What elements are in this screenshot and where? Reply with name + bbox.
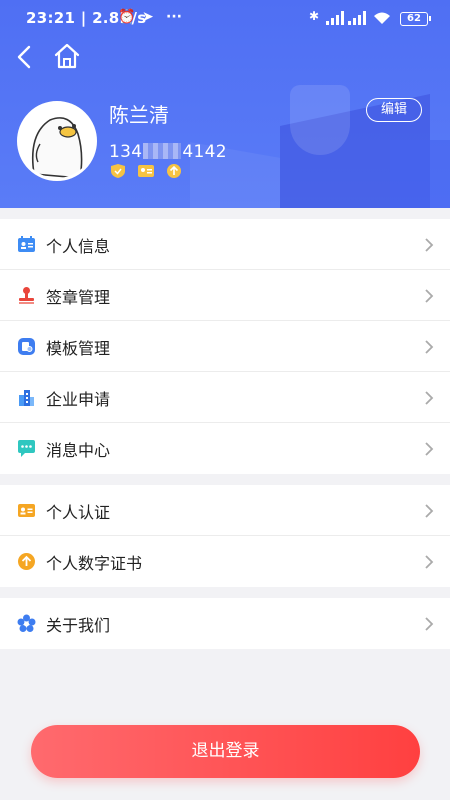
menu-item-label: 签章管理 — [46, 288, 111, 307]
menu-group-certification: 个人认证 个人数字证书 — [0, 485, 450, 587]
menu-item-label: 关于我们 — [46, 616, 111, 635]
wifi-icon — [374, 12, 390, 24]
avatar[interactable] — [17, 101, 97, 181]
send-icon: ➤ — [142, 9, 154, 25]
user-name: 陈兰清 — [109, 103, 169, 127]
chevron-right-icon — [425, 391, 434, 405]
menu-item-stamp-management[interactable]: 签章管理 — [0, 270, 450, 321]
menu-item-label: 个人信息 — [46, 237, 111, 256]
chevron-right-icon — [425, 617, 434, 631]
more-icon: ··· — [166, 9, 182, 25]
phone-mask — [143, 143, 182, 159]
menu-item-about-us[interactable]: 关于我们 — [0, 598, 450, 649]
bluetooth-icon: ✱ — [309, 9, 320, 23]
edit-button[interactable]: 编辑 — [366, 98, 422, 122]
alarm-icon: ⏰ — [118, 9, 136, 25]
stamp-icon — [19, 287, 34, 304]
upgrade-badge-icon — [167, 164, 181, 178]
shield-badge-icon — [111, 164, 125, 178]
menu-item-label: 模板管理 — [46, 339, 111, 358]
menu-item-personal-certification[interactable]: 个人认证 — [0, 485, 450, 536]
chevron-right-icon — [425, 555, 434, 569]
chevron-right-icon — [425, 504, 434, 518]
menu-item-digital-certificate[interactable]: 个人数字证书 — [0, 536, 450, 587]
chevron-right-icon — [425, 289, 434, 303]
menu-item-enterprise-application[interactable]: 企业申请 — [0, 372, 450, 423]
battery-icon: 62 — [400, 12, 431, 26]
phone-number: 134 4142 — [109, 142, 227, 162]
menu-item-label: 消息中心 — [46, 441, 111, 460]
signal-hd-icon — [348, 11, 366, 25]
chevron-right-icon — [425, 340, 434, 354]
menu-item-label: 个人数字证书 — [46, 554, 143, 573]
menu-item-label: 个人认证 — [46, 503, 111, 522]
template-icon — [18, 338, 35, 355]
logout-button[interactable]: 退出登录 — [31, 725, 420, 778]
profile-header: 23:21 | 2.8K/s ⏰ ➤ ··· ✱ 62 陈兰清 134 4142… — [0, 0, 450, 208]
menu-group-main: 个人信息 签章管理 模板管理 企业申请 消息中心 — [0, 219, 450, 474]
building-icon — [19, 390, 34, 406]
message-icon — [18, 440, 35, 457]
menu-item-personal-info[interactable]: 个人信息 — [0, 219, 450, 270]
home-icon[interactable] — [54, 43, 80, 69]
chevron-right-icon — [425, 238, 434, 252]
duck-avatar-icon — [20, 104, 94, 178]
phone-prefix: 134 — [109, 142, 143, 162]
digital-certificate-icon — [18, 553, 35, 570]
menu-item-template-management[interactable]: 模板管理 — [0, 321, 450, 372]
back-icon[interactable] — [14, 44, 38, 70]
header-decoration — [390, 140, 450, 208]
certification-card-icon — [18, 504, 35, 517]
phone-suffix: 4142 — [182, 142, 227, 162]
chevron-right-icon — [425, 442, 434, 456]
id-card-badge-icon — [138, 165, 154, 177]
signal-icon — [326, 11, 344, 25]
menu-group-about: 关于我们 — [0, 598, 450, 649]
menu-item-label: 企业申请 — [46, 390, 111, 409]
id-card-icon — [18, 236, 35, 252]
menu-item-message-center[interactable]: 消息中心 — [0, 423, 450, 474]
header-decoration — [290, 85, 350, 155]
verification-badges — [109, 163, 183, 179]
flower-icon — [17, 614, 36, 632]
status-bar: 23:21 | 2.8K/s ⏰ ➤ ··· ✱ 62 — [0, 0, 450, 36]
